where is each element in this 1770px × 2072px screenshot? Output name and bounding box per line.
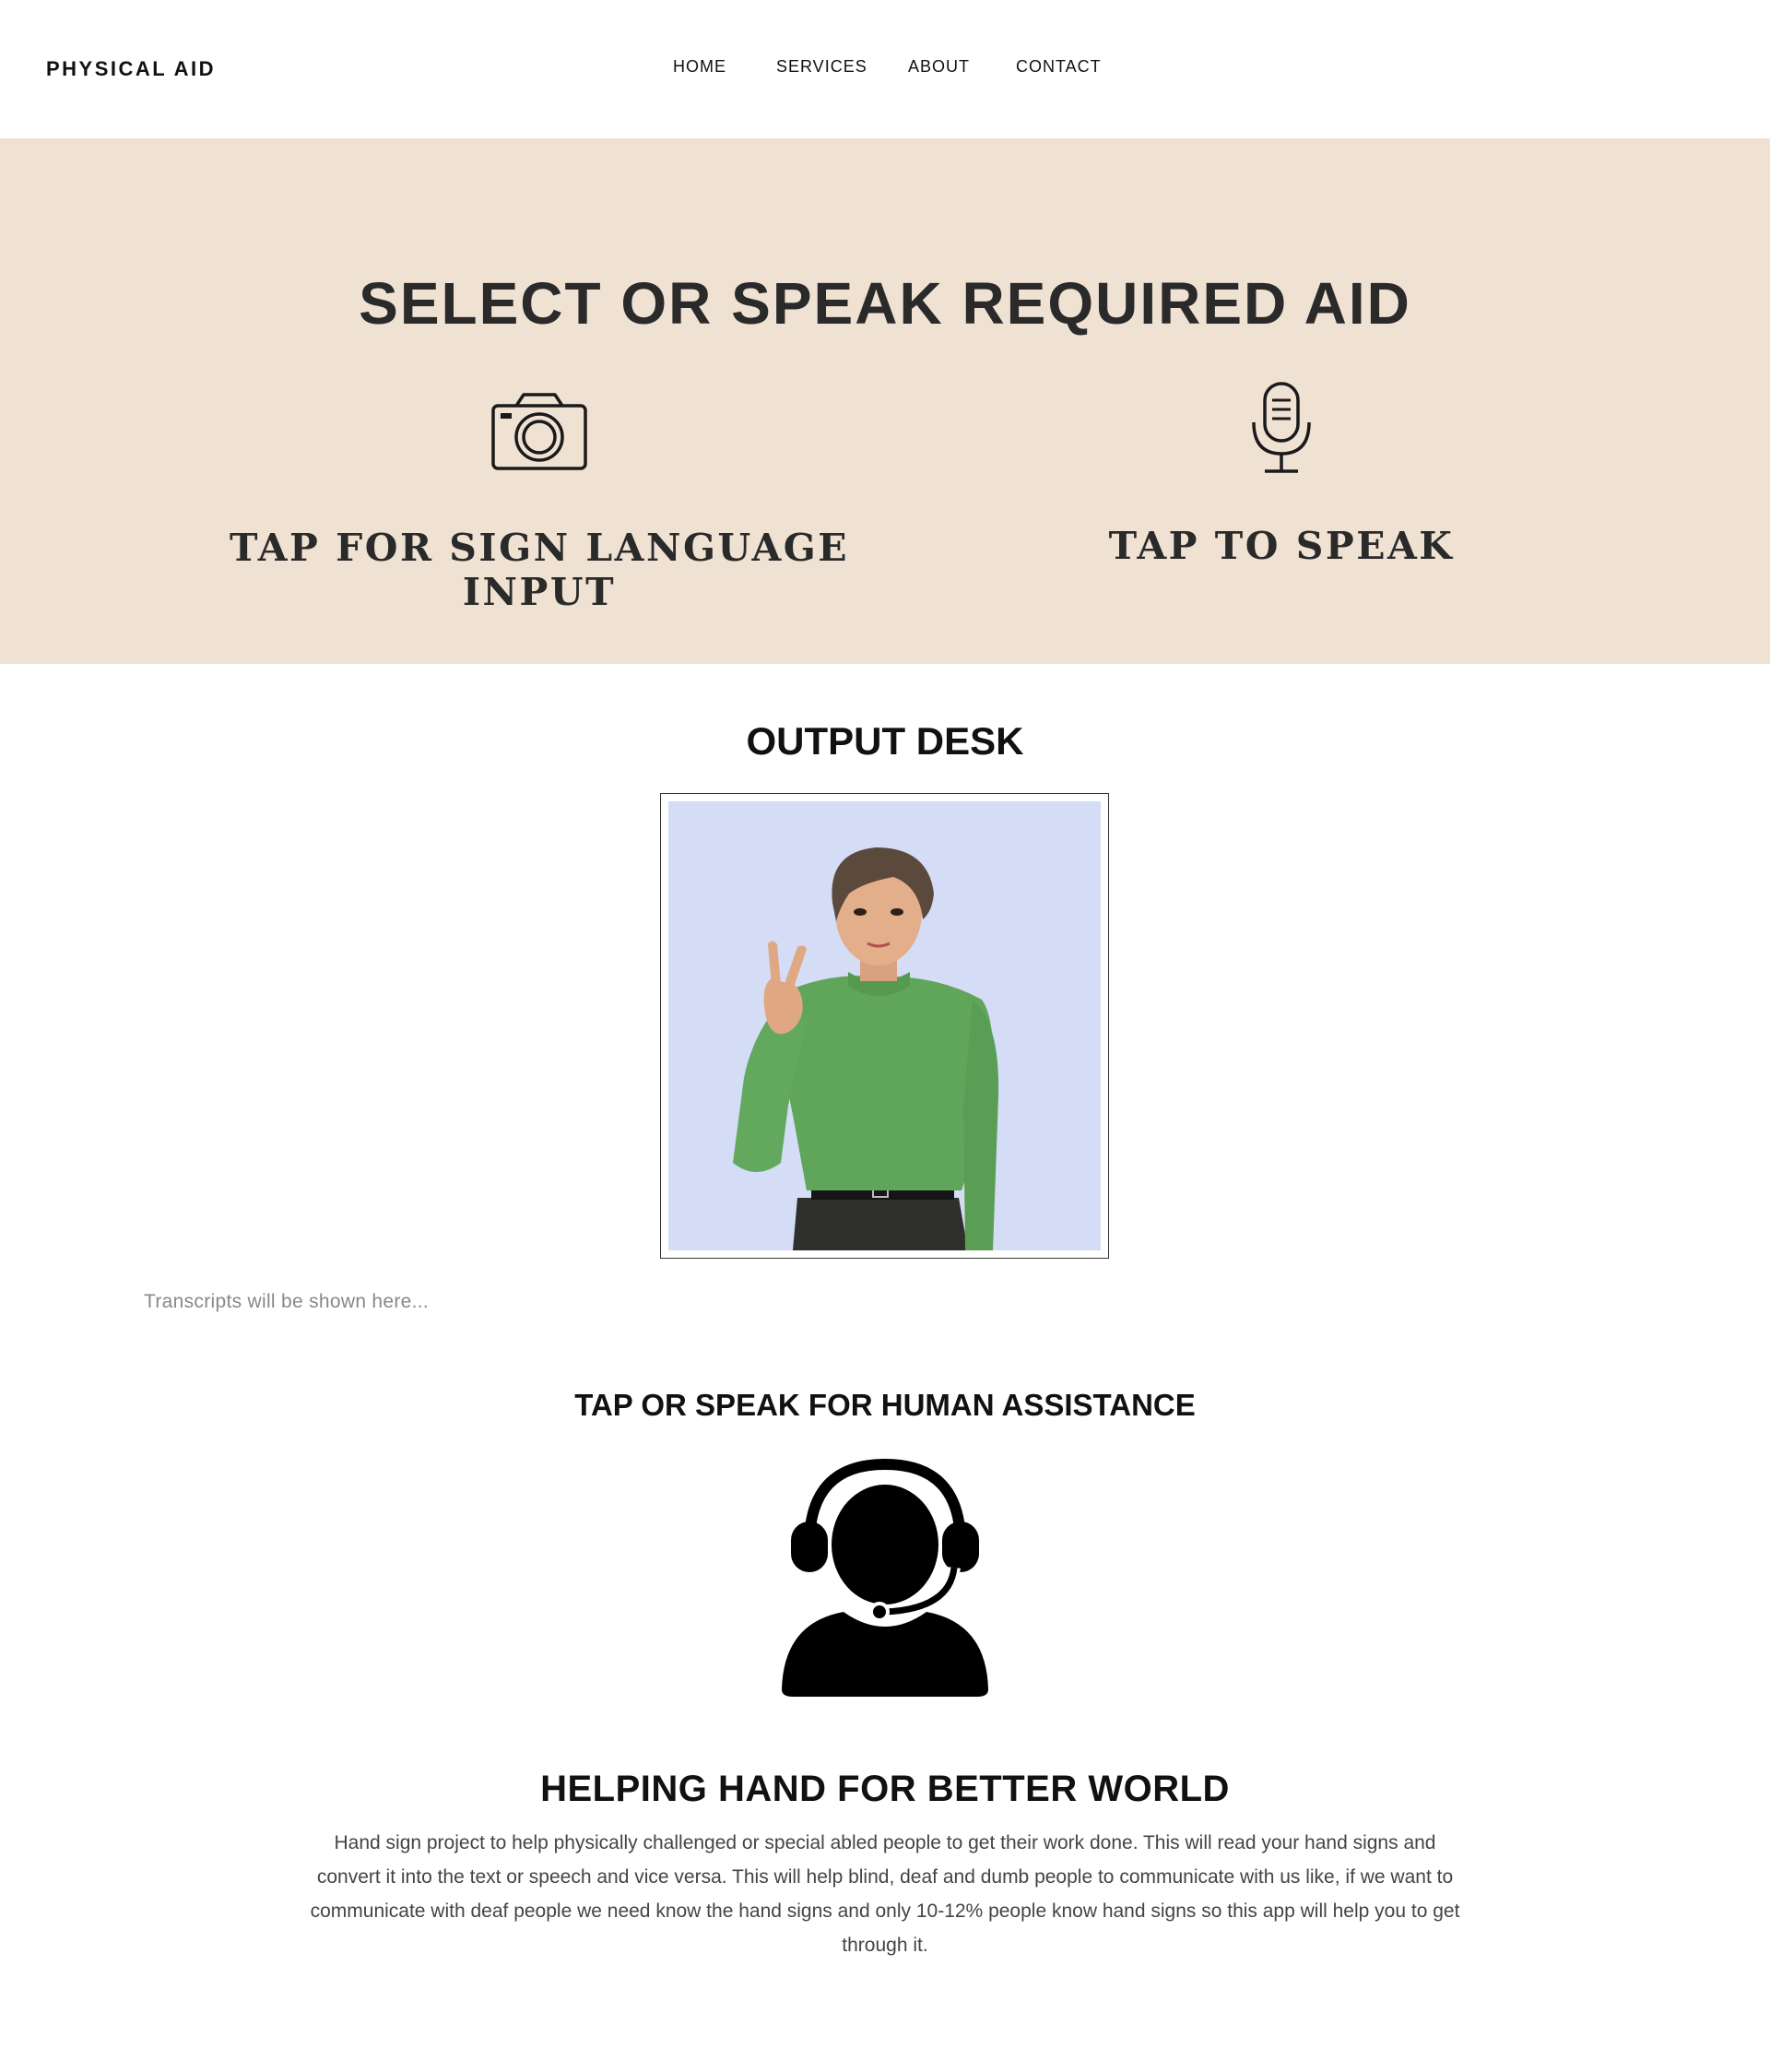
output-display-frame <box>660 793 1109 1259</box>
transcript-placeholder: Transcripts will be shown here... <box>144 1291 430 1312</box>
sign-language-avatar <box>668 801 1101 1250</box>
nav-services[interactable]: SERVICES <box>776 57 867 77</box>
about-description: Hand sign project to help physically cha… <box>310 1832 1460 1956</box>
main-nav: HOME SERVICES ABOUT CONTACT <box>0 57 1770 140</box>
nav-home[interactable]: HOME <box>673 57 726 77</box>
sign-language-input-button[interactable]: TAP FOR SIGN LANGUAGE INPUT <box>184 380 894 614</box>
about-title: HELPING HAND FOR BETTER WORLD <box>540 1769 1230 1809</box>
site-header: PHYSICAL AID HOME SERVICES ABOUT CONTACT <box>0 0 1770 140</box>
aid-selection-section: SELECT OR SPEAK REQUIRED AID TAP FOR SIG… <box>0 138 1770 664</box>
speak-input-button[interactable]: TAP TO SPEAK <box>1088 380 1475 592</box>
hero-title: SELECT OR SPEAK REQUIRED AID <box>359 270 1411 337</box>
avatar-illustration <box>733 847 999 1250</box>
microphone-icon <box>1252 382 1311 473</box>
nav-about[interactable]: ABOUT <box>908 57 970 77</box>
sign-language-label: TAP FOR SIGN LANGUAGE INPUT <box>229 526 850 614</box>
output-desk-title: OUTPUT DESK <box>746 719 1024 763</box>
camera-icon <box>491 393 587 470</box>
nav-contact[interactable]: CONTACT <box>1016 57 1102 77</box>
human-assistance-title: TAP OR SPEAK FOR HUMAN ASSISTANCE <box>574 1388 1196 1422</box>
customer-support-headset-icon[interactable] <box>774 1448 996 1697</box>
speak-label: TAP TO SPEAK <box>1108 524 1455 568</box>
